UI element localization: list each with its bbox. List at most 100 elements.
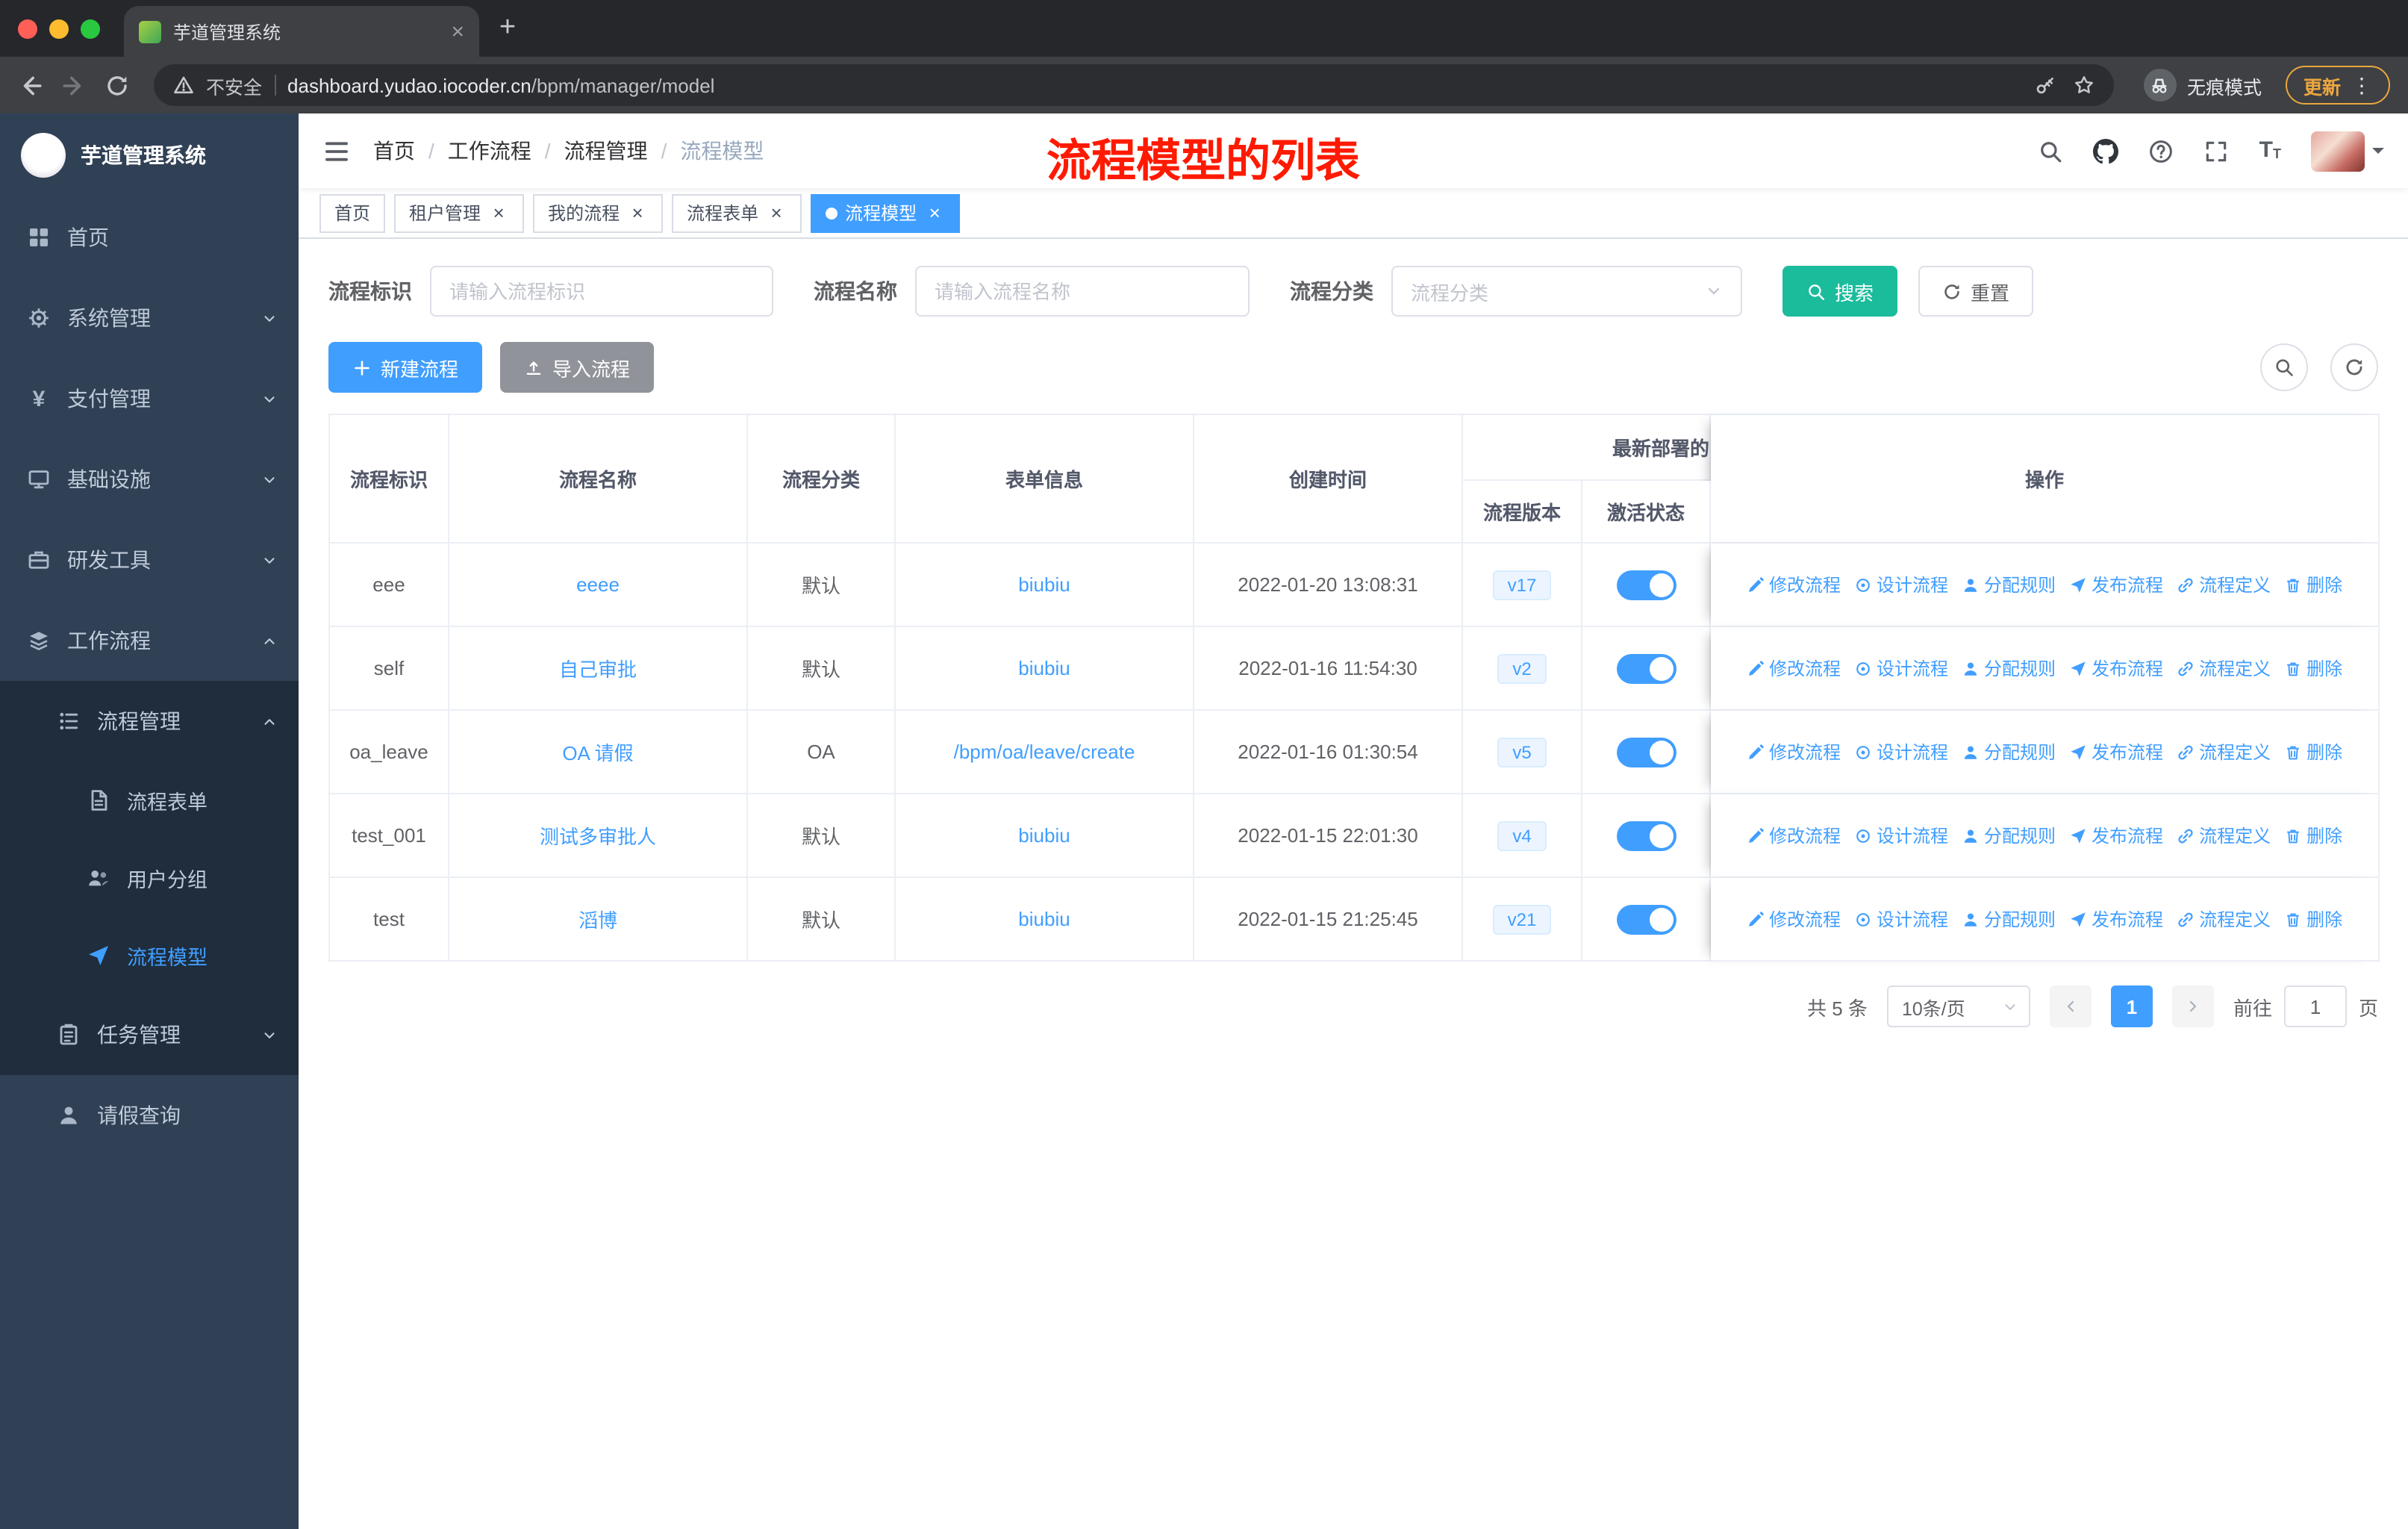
- model-name-link[interactable]: 滔博: [578, 909, 617, 932]
- action-design[interactable]: 设计流程: [1854, 572, 1948, 597]
- prev-page-button[interactable]: [2049, 985, 2092, 1027]
- action-delete[interactable]: 删除: [2284, 572, 2342, 597]
- action-publish[interactable]: 发布流程: [2069, 823, 2163, 848]
- action-design[interactable]: 设计流程: [1854, 823, 1948, 848]
- sidebar-item-process-model[interactable]: 流程模型: [0, 917, 299, 994]
- form-link[interactable]: /bpm/oa/leave/create: [954, 741, 1135, 763]
- action-publish[interactable]: 发布流程: [2069, 906, 2163, 932]
- security-warning-icon[interactable]: [173, 75, 194, 96]
- security-label[interactable]: 不安全: [206, 71, 262, 99]
- action-delete[interactable]: 删除: [2284, 655, 2342, 681]
- category-select[interactable]: 流程分类: [1391, 266, 1742, 317]
- new-tab-button[interactable]: +: [485, 6, 530, 51]
- tag-my-process[interactable]: 我的流程 ×: [533, 193, 664, 232]
- sidebar-item-workflow[interactable]: 工作流程: [0, 600, 299, 681]
- sidebar-item-user-group[interactable]: 用户分组: [0, 839, 299, 917]
- action-publish[interactable]: 发布流程: [2069, 572, 2163, 597]
- sidebar-item-payment-management[interactable]: ¥ 支付管理: [0, 358, 299, 439]
- toggle-search-button[interactable]: [2260, 343, 2308, 391]
- version-badge[interactable]: v21: [1492, 904, 1552, 934]
- refresh-table-button[interactable]: [2330, 343, 2378, 391]
- font-size-icon[interactable]: TT: [2259, 139, 2281, 161]
- action-assign-rule[interactable]: 分配规则: [1962, 572, 2056, 597]
- version-badge[interactable]: v2: [1497, 653, 1547, 683]
- sidebar-item-process-management[interactable]: 流程管理: [0, 681, 299, 762]
- breadcrumb-home[interactable]: 首页: [373, 136, 415, 166]
- sidebar-item-process-form[interactable]: 流程表单: [0, 762, 299, 839]
- action-publish[interactable]: 发布流程: [2069, 655, 2163, 681]
- tab-close-icon[interactable]: ×: [451, 20, 464, 43]
- sidebar-item-home[interactable]: 首页: [0, 197, 299, 278]
- model-name-link[interactable]: 测试多审批人: [540, 826, 656, 848]
- action-delete[interactable]: 删除: [2284, 739, 2342, 764]
- action-publish[interactable]: 发布流程: [2069, 739, 2163, 764]
- action-assign-rule[interactable]: 分配规则: [1962, 823, 2056, 848]
- action-definition[interactable]: 流程定义: [2177, 572, 2271, 597]
- status-toggle[interactable]: [1616, 737, 1676, 767]
- action-modify[interactable]: 修改流程: [1747, 655, 1841, 681]
- password-key-icon[interactable]: [2035, 75, 2056, 96]
- action-definition[interactable]: 流程定义: [2177, 739, 2271, 764]
- page-size-select[interactable]: 10条/页: [1886, 985, 2030, 1027]
- url-text[interactable]: dashboard.yudao.iocoder.cn/bpm/manager/m…: [287, 74, 714, 96]
- sidebar-item-system-management[interactable]: 系统管理: [0, 278, 299, 358]
- action-assign-rule[interactable]: 分配规则: [1962, 655, 2056, 681]
- form-link[interactable]: biubiu: [1018, 657, 1070, 679]
- bookmark-star-icon[interactable]: [2074, 75, 2094, 96]
- action-delete[interactable]: 删除: [2284, 823, 2342, 848]
- hamburger-icon[interactable]: [322, 137, 351, 165]
- model-name-link[interactable]: OA 请假: [562, 742, 633, 764]
- sidebar-item-task-management[interactable]: 任务管理: [0, 994, 299, 1075]
- close-icon[interactable]: ×: [488, 202, 509, 223]
- model-id-input[interactable]: [430, 266, 773, 317]
- close-icon[interactable]: ×: [766, 202, 787, 223]
- create-model-button[interactable]: 新建流程: [328, 342, 483, 393]
- action-design[interactable]: 设计流程: [1854, 906, 1948, 932]
- browser-tab[interactable]: 芋道管理系统 ×: [124, 6, 479, 57]
- action-modify[interactable]: 修改流程: [1747, 739, 1841, 764]
- breadcrumb-workflow[interactable]: 工作流程: [448, 136, 531, 166]
- action-assign-rule[interactable]: 分配规则: [1962, 906, 2056, 932]
- tag-process-form[interactable]: 流程表单 ×: [672, 193, 802, 232]
- page-number-button[interactable]: 1: [2110, 985, 2153, 1027]
- model-name-link[interactable]: eeee: [576, 573, 620, 596]
- forward-icon[interactable]: [61, 72, 87, 98]
- reset-button[interactable]: 重置: [1918, 266, 2034, 317]
- action-delete[interactable]: 删除: [2284, 906, 2342, 932]
- model-name-link[interactable]: 自己审批: [559, 658, 637, 681]
- form-link[interactable]: biubiu: [1018, 824, 1070, 847]
- window-zoom-button[interactable]: [81, 19, 100, 38]
- breadcrumb-process-management[interactable]: 流程管理: [564, 136, 648, 166]
- action-modify[interactable]: 修改流程: [1747, 823, 1841, 848]
- form-link[interactable]: biubiu: [1018, 908, 1070, 930]
- next-page-button[interactable]: [2171, 985, 2214, 1027]
- back-icon[interactable]: [18, 72, 43, 98]
- search-button[interactable]: 搜索: [1782, 266, 1898, 317]
- action-definition[interactable]: 流程定义: [2177, 655, 2271, 681]
- close-icon[interactable]: ×: [924, 202, 945, 223]
- tag-home[interactable]: 首页: [319, 193, 386, 232]
- goto-page-input[interactable]: [2283, 985, 2347, 1027]
- address-bar[interactable]: 不安全 dashboard.yudao.iocoder.cn/bpm/manag…: [154, 64, 2114, 106]
- window-minimize-button[interactable]: [49, 19, 69, 38]
- sidebar-item-infrastructure[interactable]: 基础设施: [0, 439, 299, 520]
- fullscreen-icon[interactable]: [2204, 138, 2230, 164]
- reload-icon[interactable]: [105, 72, 130, 98]
- version-badge[interactable]: v5: [1497, 737, 1547, 767]
- user-avatar[interactable]: [2311, 131, 2384, 171]
- sidebar-item-dev-tools[interactable]: 研发工具: [0, 520, 299, 600]
- github-icon[interactable]: [2094, 138, 2119, 164]
- tag-process-model[interactable]: 流程模型 ×: [811, 193, 961, 232]
- action-modify[interactable]: 修改流程: [1747, 906, 1841, 932]
- status-toggle[interactable]: [1616, 904, 1676, 934]
- action-assign-rule[interactable]: 分配规则: [1962, 739, 2056, 764]
- sidebar-item-leave-query[interactable]: 请假查询: [0, 1075, 299, 1156]
- action-definition[interactable]: 流程定义: [2177, 906, 2271, 932]
- status-toggle[interactable]: [1616, 820, 1676, 850]
- action-design[interactable]: 设计流程: [1854, 655, 1948, 681]
- version-badge[interactable]: v4: [1497, 820, 1547, 850]
- version-badge[interactable]: v17: [1492, 570, 1552, 600]
- help-icon[interactable]: [2149, 138, 2174, 164]
- action-modify[interactable]: 修改流程: [1747, 572, 1841, 597]
- import-model-button[interactable]: 导入流程: [500, 342, 655, 393]
